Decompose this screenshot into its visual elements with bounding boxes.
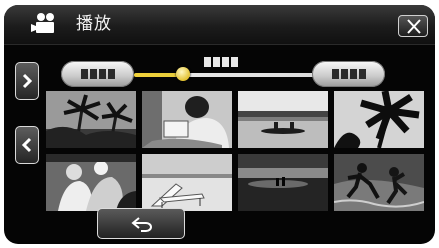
prev-date-label: [80, 69, 115, 79]
thumbnail-palm-trees[interactable]: [46, 91, 136, 148]
next-page-button[interactable]: [15, 62, 39, 100]
thumbnail-grid: [46, 91, 424, 211]
movie-camera-icon: [30, 12, 58, 36]
next-date-label: [331, 69, 366, 79]
prev-page-button[interactable]: [15, 126, 39, 164]
thumbnail-palm-leaves[interactable]: [334, 91, 424, 148]
page-title: 播放: [76, 14, 112, 34]
thumbnail-beach-chair[interactable]: [142, 154, 232, 211]
timeline-slider-handle[interactable]: [176, 67, 190, 81]
playback-screen: 播放: [4, 5, 435, 244]
close-icon: [407, 19, 421, 34]
thumbnail-woman-reading[interactable]: [142, 91, 232, 148]
current-date-label: [204, 57, 238, 67]
prev-date-button[interactable]: [61, 61, 134, 87]
title-bar: 播放: [4, 5, 435, 45]
return-arrow-icon: [131, 217, 152, 232]
timeline-track[interactable]: [134, 73, 314, 77]
thumbnail-sunset-couple[interactable]: [238, 154, 328, 211]
thumbnail-canoe-on-water[interactable]: [238, 91, 328, 148]
thumbnail-people-crowd[interactable]: [46, 154, 136, 211]
close-button[interactable]: [398, 15, 428, 37]
chevron-right-icon: [22, 73, 33, 89]
chevron-left-icon: [21, 137, 32, 153]
next-date-button[interactable]: [312, 61, 385, 87]
thumbnail-running-at-beach[interactable]: [334, 154, 424, 211]
back-button[interactable]: [97, 208, 185, 239]
